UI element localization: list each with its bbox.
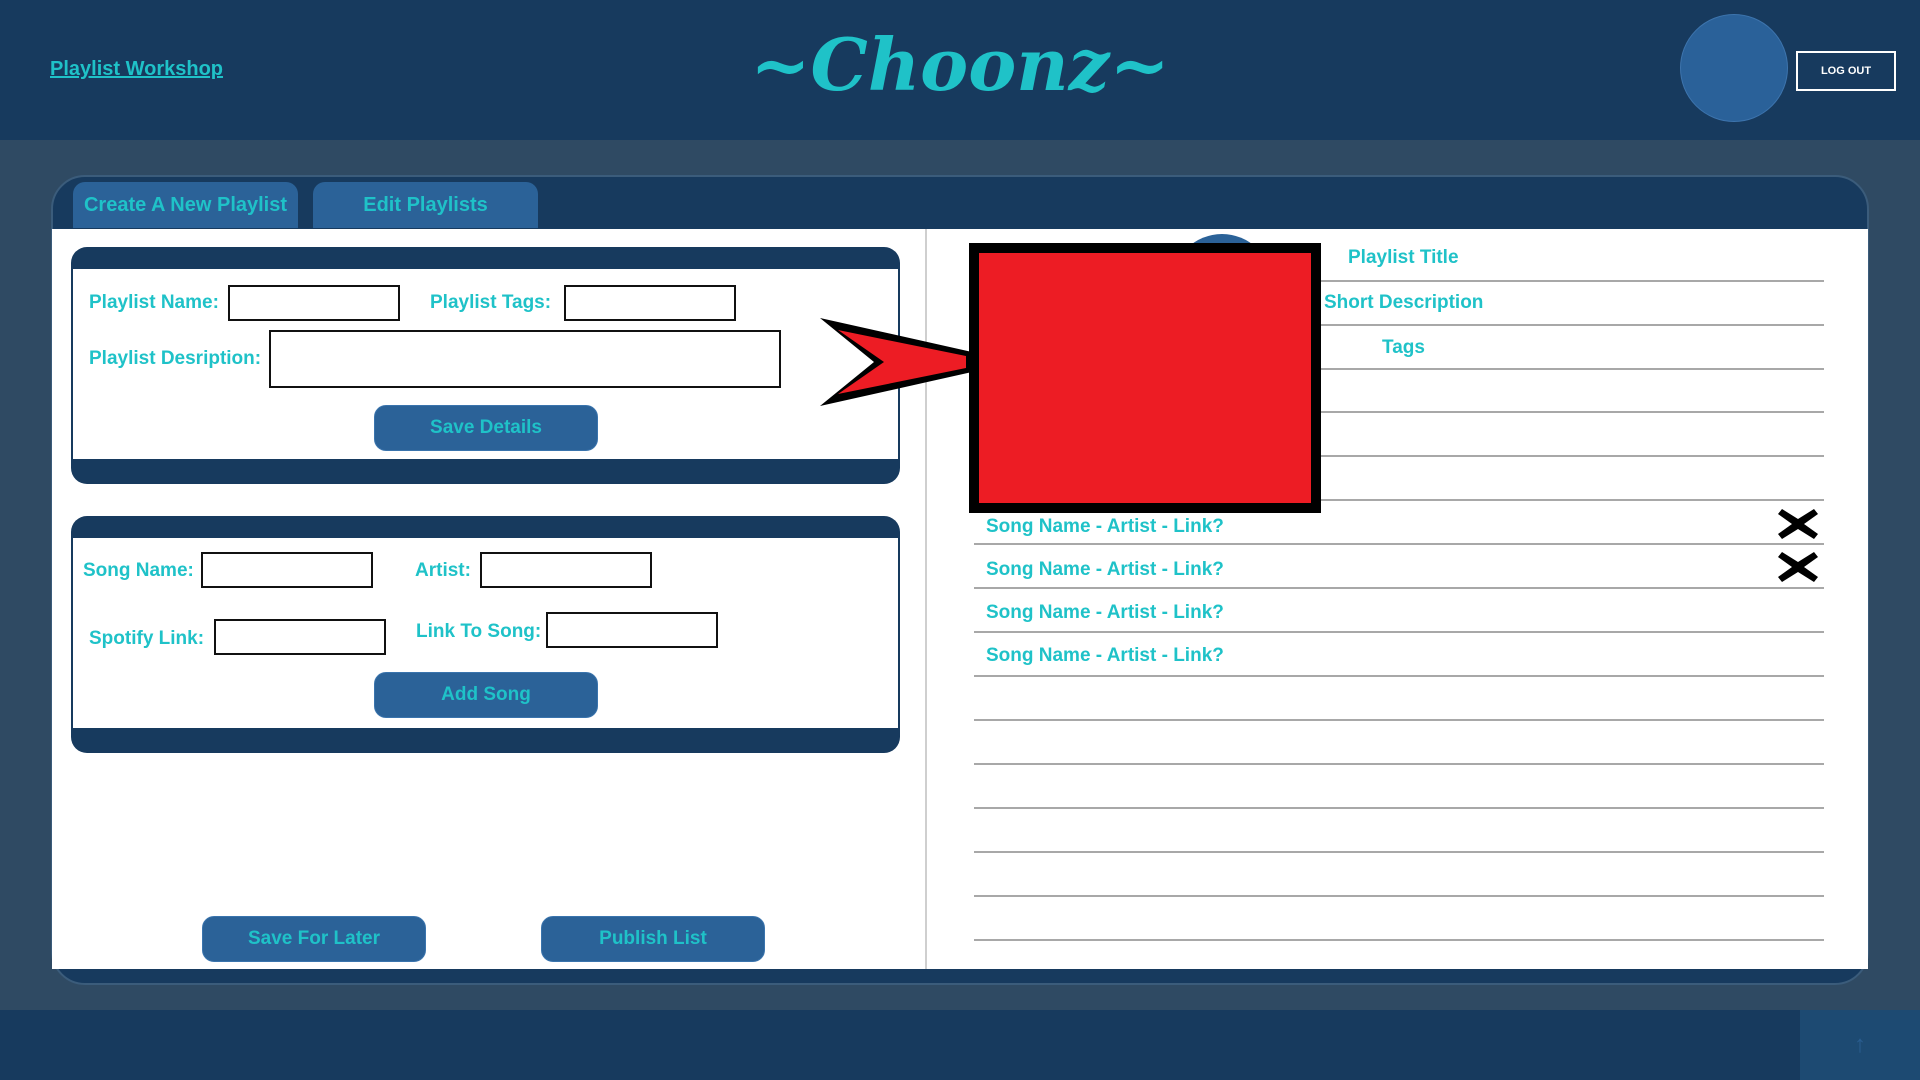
playlist-name-input[interactable] (228, 285, 400, 321)
playlist-description-label: Playlist Desription: (89, 348, 262, 369)
preview-line (974, 631, 1824, 633)
playlist-description-input[interactable] (269, 330, 781, 388)
preview-short-description: Short Description (1324, 292, 1484, 313)
song-name-input[interactable] (201, 552, 373, 588)
save-details-button[interactable]: Save Details (374, 405, 598, 451)
back-to-top-button[interactable]: ↑ (1800, 1010, 1920, 1080)
artist-input[interactable] (480, 552, 652, 588)
artist-label: Artist: (415, 560, 471, 581)
song-item: Song Name - Artist - Link? (986, 645, 1224, 666)
song-name-label: Song Name: (83, 560, 194, 581)
spotify-link-input[interactable] (214, 619, 386, 655)
playlist-cover-image (969, 243, 1321, 513)
song-link-input[interactable] (546, 612, 718, 648)
preview-playlist-title: Playlist Title (1348, 247, 1459, 268)
song-item: Song Name - Artist - Link? (986, 602, 1224, 623)
song-item: Song Name - Artist - Link? (986, 516, 1224, 537)
preview-tags: Tags (1382, 337, 1425, 358)
avatar[interactable] (1680, 14, 1788, 122)
preview-line (974, 895, 1824, 897)
playlist-name-label: Playlist Name: (89, 292, 219, 313)
preview-line (974, 763, 1824, 765)
playlist-tags-label: Playlist Tags: (430, 292, 552, 313)
footer (0, 1010, 1920, 1080)
preview-line (974, 939, 1824, 941)
tab-create-playlist[interactable]: Create A New Playlist (73, 182, 298, 228)
playlist-tags-input[interactable] (564, 285, 736, 321)
close-x-icon[interactable] (1776, 549, 1820, 585)
preview-line (974, 719, 1824, 721)
arrow-up-icon: ↑ (1854, 1031, 1866, 1058)
song-link-label: Link To Song: (416, 621, 542, 642)
playlist-workshop-link[interactable]: Playlist Workshop (50, 58, 223, 81)
preview-line (974, 851, 1824, 853)
preview-line (974, 675, 1824, 677)
close-x-icon[interactable] (1776, 506, 1820, 542)
spotify-link-label: Spotify Link: (89, 628, 205, 649)
preview-line (974, 807, 1824, 809)
preview-line (974, 543, 1824, 545)
preview-line (974, 587, 1824, 589)
add-song-button[interactable]: Add Song (374, 672, 598, 718)
tab-edit-playlists[interactable]: Edit Playlists (313, 182, 538, 228)
song-item: Song Name - Artist - Link? (986, 559, 1224, 580)
save-for-later-button[interactable]: Save For Later (202, 916, 426, 962)
pointer-arrow-icon (820, 318, 972, 406)
publish-list-button[interactable]: Publish List (541, 916, 765, 962)
top-header (0, 0, 1920, 140)
logout-button[interactable]: LOG OUT (1796, 51, 1896, 91)
